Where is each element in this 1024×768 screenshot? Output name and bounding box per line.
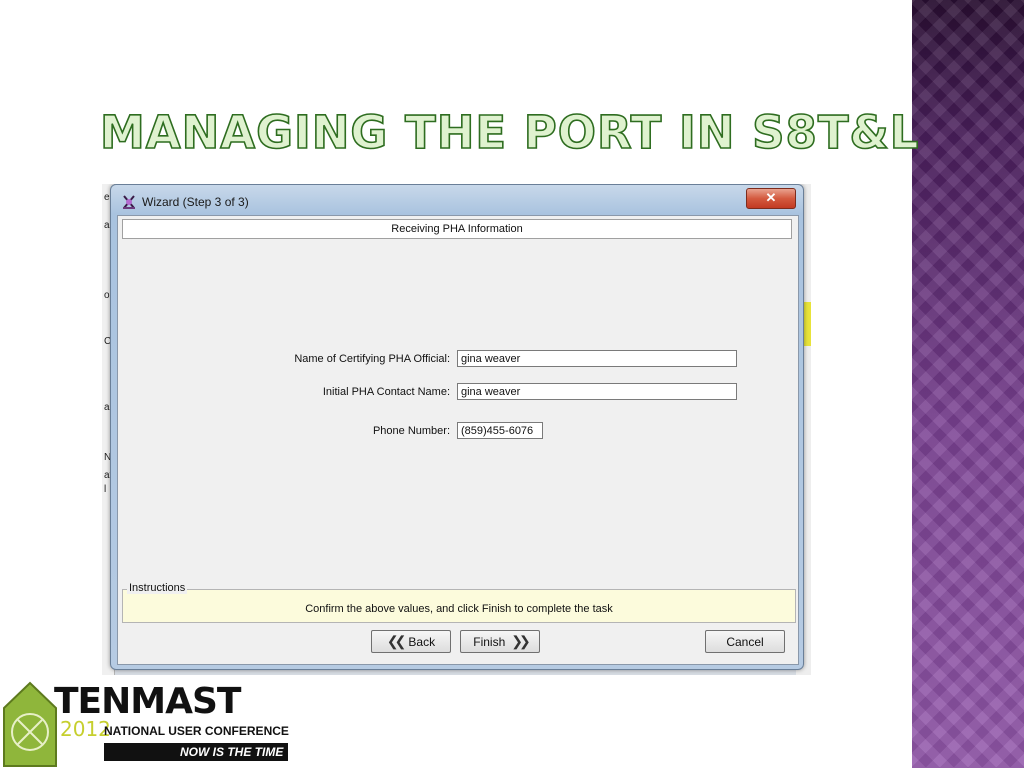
- decorative-side-band: [912, 0, 1024, 768]
- instructions-text: Confirm the above values, and click Fini…: [305, 603, 613, 615]
- back-button-label: Back: [408, 634, 436, 649]
- contact-name-input[interactable]: [457, 383, 737, 400]
- wizard-app-icon: [121, 194, 137, 210]
- background-app-glyph: a: [104, 402, 110, 413]
- official-name-input[interactable]: [457, 350, 737, 367]
- cancel-button[interactable]: Cancel: [705, 630, 785, 653]
- finish-button[interactable]: Finish ❯❯: [460, 630, 540, 653]
- slide-title: MANAGING THE PORT IN S8T&L: [99, 105, 920, 160]
- logo-brand-text: TENMAST: [54, 681, 241, 722]
- official-name-label: Name of Certifying PHA Official:: [294, 353, 450, 365]
- screenshot-frame: e a o C a N at l Wizard (Step 3 of 3) ✕ …: [102, 184, 811, 675]
- tenmast-logo: TENMAST 2012 NATIONAL USER CONFERENCE NO…: [0, 680, 300, 768]
- back-button[interactable]: ❮❮ Back: [371, 630, 451, 653]
- background-app-glyph: e: [104, 192, 110, 203]
- window-title: Wizard (Step 3 of 3): [142, 195, 249, 209]
- contact-name-label: Initial PHA Contact Name:: [322, 386, 450, 398]
- logo-conference-text: NATIONAL USER CONFERENCE: [104, 724, 289, 738]
- double-chevron-right-icon: ❯❯: [511, 633, 531, 649]
- phone-number-input[interactable]: [457, 422, 543, 439]
- finish-button-label: Finish: [473, 634, 506, 649]
- wizard-dialog: Wizard (Step 3 of 3) ✕ Receiving PHA Inf…: [110, 184, 804, 670]
- title-bar[interactable]: Wizard (Step 3 of 3) ✕: [111, 185, 803, 215]
- background-app-glyph: l: [104, 484, 107, 495]
- close-button[interactable]: ✕: [746, 188, 796, 209]
- logo-tagline: NOW IS THE TIME: [180, 745, 284, 759]
- background-app-glyph: o: [104, 290, 110, 301]
- wizard-content: Receiving PHA Information Name of Certif…: [117, 215, 799, 665]
- cancel-button-label: Cancel: [726, 634, 764, 649]
- logo-badge-icon: [3, 681, 57, 767]
- instructions-box: Instructions Confirm the above values, a…: [122, 582, 796, 623]
- phone-number-label: Phone Number:: [372, 425, 450, 437]
- section-header: Receiving PHA Information: [122, 219, 792, 239]
- background-app-glyph: a: [104, 220, 110, 231]
- instructions-title: Instructions: [127, 582, 188, 594]
- double-chevron-left-icon: ❮❮: [386, 633, 407, 649]
